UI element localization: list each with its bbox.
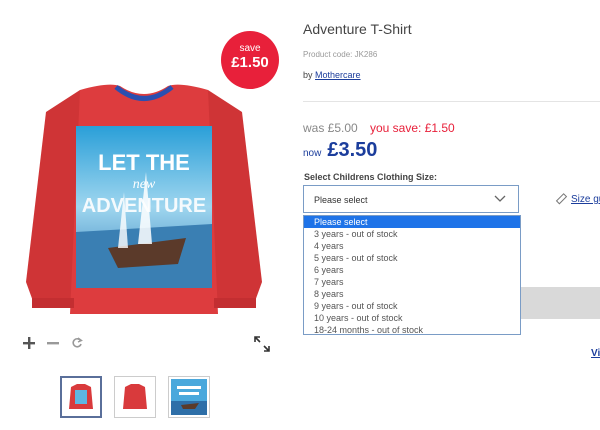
was-price: was £5.00	[303, 121, 358, 135]
add-to-basket-button[interactable]	[521, 287, 600, 319]
now-price: now £3.50	[303, 139, 377, 162]
size-option[interactable]: 9 years - out of stock	[304, 300, 520, 312]
reset-icon[interactable]	[70, 336, 84, 350]
expand-icon[interactable]	[254, 336, 270, 352]
product-image: LET THE new ADVENTURE	[26, 84, 262, 314]
now-label: now	[303, 148, 322, 159]
thumbnail-print[interactable]	[168, 376, 210, 418]
brand-line: by Mothercare	[303, 70, 361, 80]
size-option[interactable]: Please select	[304, 216, 520, 228]
brand-link[interactable]: Mothercare	[315, 70, 361, 80]
you-save: you save: £1.50	[370, 121, 455, 135]
thumbnail-front[interactable]	[60, 376, 102, 418]
size-option[interactable]: 18-24 months - out of stock	[304, 324, 520, 336]
print-line-3: ADVENTURE	[82, 195, 206, 217]
product-title: Adventure T-Shirt	[303, 21, 412, 37]
by-prefix: by	[303, 70, 313, 80]
print-line-1: LET THE	[98, 150, 190, 175]
view-link[interactable]: Vi	[591, 348, 600, 359]
divider	[303, 101, 600, 102]
zoom-controls	[22, 336, 84, 350]
badge-amount: £1.50	[231, 54, 269, 71]
size-option[interactable]: 4 years	[304, 240, 520, 252]
ruler-icon	[555, 193, 568, 205]
product-image-area: LET THE new ADVENTURE save £1.50	[8, 8, 280, 352]
size-option[interactable]: 5 years - out of stock	[304, 252, 520, 264]
size-select[interactable]: Please select	[303, 185, 519, 213]
size-option[interactable]: 6 years	[304, 264, 520, 276]
zoom-out-icon[interactable]	[46, 336, 60, 350]
size-label: Select Childrens Clothing Size:	[304, 172, 438, 182]
product-code: Product code: JK286	[303, 50, 378, 59]
badge-label: save	[239, 43, 261, 54]
size-option[interactable]: 10 years - out of stock	[304, 312, 520, 324]
size-option[interactable]: 3 years - out of stock	[304, 228, 520, 240]
size-select-value: Please select	[314, 195, 368, 205]
size-guide-label: Size gu	[571, 194, 600, 205]
save-badge: save £1.50	[221, 31, 279, 89]
size-guide-link[interactable]: Size gu	[555, 193, 600, 206]
size-option[interactable]: 8 years	[304, 288, 520, 300]
size-option[interactable]: 7 years	[304, 276, 520, 288]
now-value: £3.50	[327, 139, 378, 161]
chevron-down-icon	[494, 195, 506, 202]
size-dropdown-list: Please select 3 years - out of stock 4 y…	[303, 215, 521, 335]
zoom-in-icon[interactable]	[22, 336, 36, 350]
thumbnail-strip	[60, 376, 210, 418]
print-line-2: new	[133, 177, 156, 192]
thumbnail-back[interactable]	[114, 376, 156, 418]
